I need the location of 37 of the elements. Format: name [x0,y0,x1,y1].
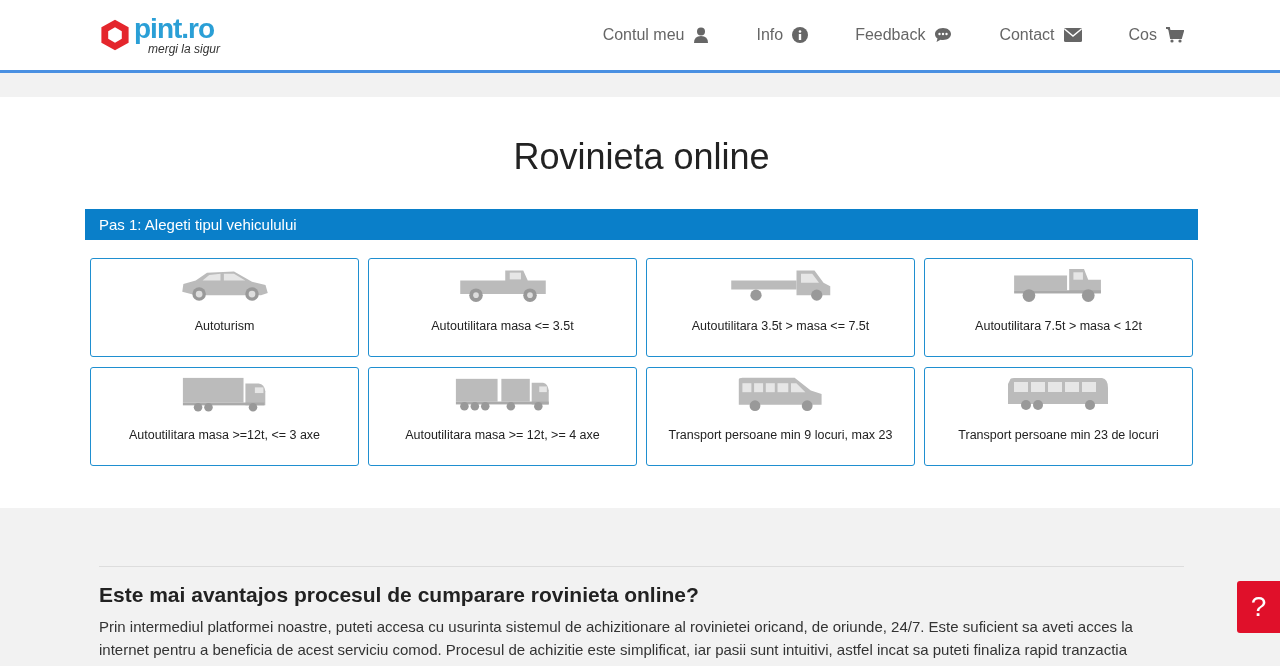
page-title: Rovinieta online [512,135,771,179]
step-header-bar: Pas 1: Alegeti tipul vehiculului [85,209,1198,240]
envelope-icon [1063,27,1082,43]
cart-icon [1166,27,1184,43]
vehicle-option-card[interactable]: Autoutilitara 3.5t > masa <= 7.5t [646,258,915,357]
article-heading: Este mai avantajos procesul de cumparare rovinieta online? [99,583,700,607]
article-text-line: Prin intermediul platformei noastre, puteti accesa cu usurinta sistemul de achizitionare al rovinietei oricand, de oriunde, 24/7. Este suficient sa aveti acces la [99,617,1134,637]
vehicle-label: Transport persoane min 9 locuri, max 23 [668,428,893,442]
chat-bubble-icon [934,27,953,43]
vehicle-label: Autoturism [194,319,255,333]
logo-tagline: mergi la sigur [148,43,221,55]
vehicle-label: Autoutilitara masa <= 3.5t [431,319,574,333]
vehicle-option-card[interactable]: Autoutilitara masa >= 12t, >= 4 axe [368,367,637,466]
nav-link[interactable]: Info [756,26,809,44]
article-text-line: internet pentru a beneficia de acest serviciu comod. Procesul de achizitie este simplificat, iar pasii sunt intuitivi, astfel incat sa puteti finaliza rapid tranzactia [99,640,1128,660]
vehicle-option-card[interactable]: Transport persoane min 9 locuri, max 23 [646,367,915,466]
nav-link[interactable]: Contul meu [602,26,710,44]
vehicle-option-card[interactable]: Autoturism [90,258,359,357]
vehicle-option-card[interactable]: Autoutilitara masa <= 3.5t [368,258,637,357]
nav-link[interactable]: Contact [999,26,1082,44]
vehicle-option-card[interactable]: Autoutilitara 7.5t > masa < 12t [924,258,1193,357]
flatbed-truck-icon [728,267,833,303]
truck-with-trailer-icon [454,376,551,412]
nav-link[interactable]: Feedback [855,26,953,44]
help-button[interactable]: ? [1237,581,1280,633]
vehicle-option-card[interactable]: Autoutilitara masa >=12t, <= 3 axe [90,367,359,466]
minibus-icon [737,376,824,412]
vehicle-label: Transport persoane min 23 de locuri [958,428,1159,442]
vehicle-label: Autoutilitara 7.5t > masa < 12t [975,319,1142,333]
pickup-truck-icon [457,267,548,303]
info-icon [792,27,809,43]
vehicle-label: Autoutilitara masa >= 12t, >= 4 axe [405,428,600,442]
vehicle-label: Autoutilitara masa >=12t, <= 3 axe [128,428,321,442]
nav-link[interactable]: Cos [1128,26,1184,44]
vehicle-option-card[interactable]: Transport persoane min 23 de locuri [924,367,1193,466]
vehicle-label: Autoutilitara 3.5t > masa <= 7.5t [691,319,870,333]
user-icon [693,27,710,43]
